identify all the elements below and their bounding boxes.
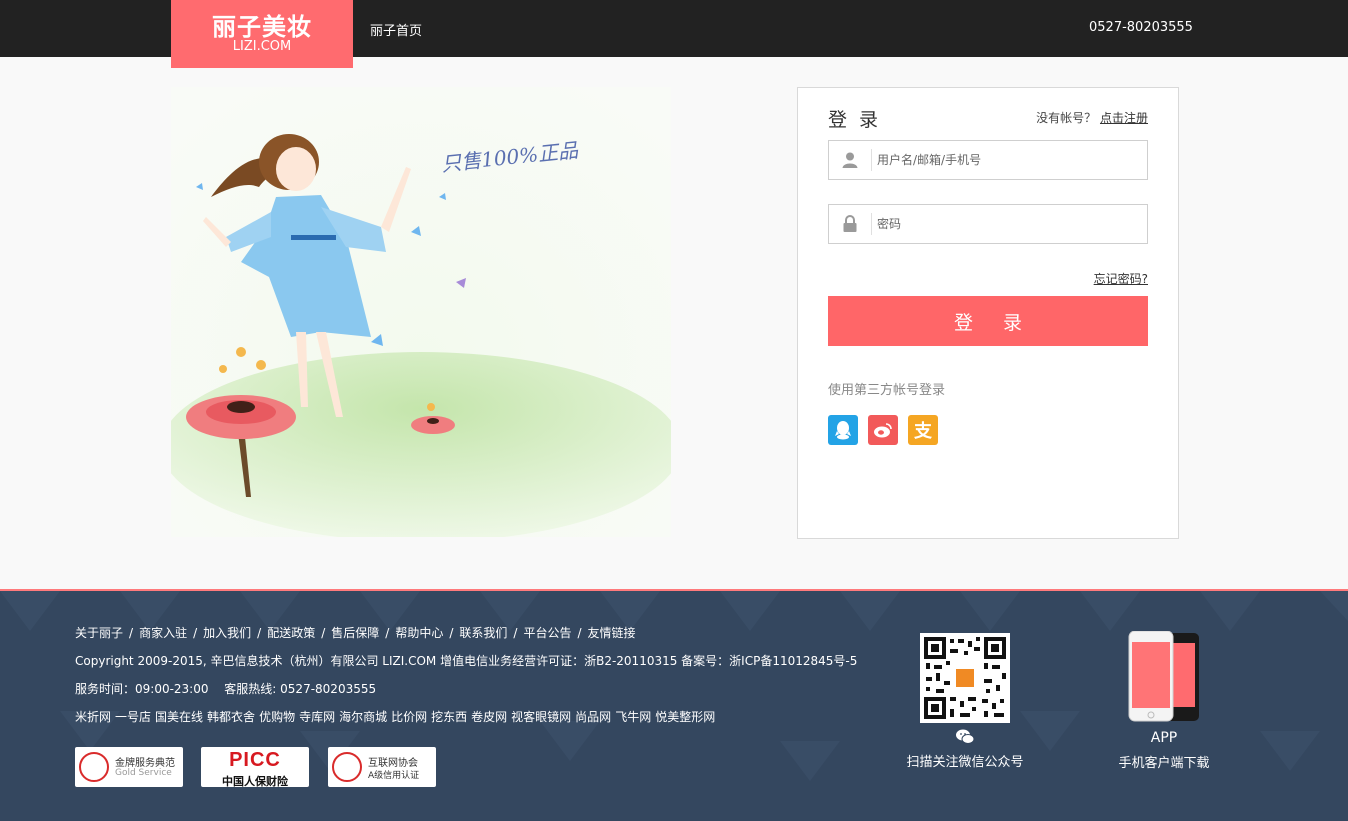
footer-link[interactable]: 关于丽子 xyxy=(75,626,123,640)
link-separator: / xyxy=(193,626,198,640)
partner-link[interactable]: 尚品网 xyxy=(575,710,611,724)
credit-seal-icon xyxy=(332,752,362,782)
logo-text: 丽子美妆 xyxy=(212,13,312,41)
footer-link[interactable]: 商家入驻 xyxy=(139,626,187,640)
partner-links: 米折网 一号店 国美在线 韩都衣舍 优购物 寺库网 海尔商城 比价网 挖东西 卷皮网 视客眼镜网 尚品… xyxy=(75,708,719,725)
footer-link[interactable]: 平台公告 xyxy=(523,626,571,640)
link-separator: / xyxy=(449,626,454,640)
internet-association-badge[interactable]: 互联网协会 A级信用认证 xyxy=(328,747,436,787)
field-divider xyxy=(871,149,872,171)
partner-link[interactable]: 韩都衣舍 xyxy=(207,710,255,724)
link-separator: / xyxy=(129,626,134,640)
username-input[interactable] xyxy=(877,141,1142,179)
qq-icon[interactable] xyxy=(828,415,858,445)
footer-link[interactable]: 售后保障 xyxy=(331,626,379,640)
partner-link[interactable]: 飞牛网 xyxy=(615,710,651,724)
partner-link[interactable]: 卷皮网 xyxy=(471,710,507,724)
register-prompt: 没有帐号？ 点击注册 xyxy=(1036,109,1148,126)
partner-link[interactable]: 海尔商城 xyxy=(339,710,387,724)
alipay-icon[interactable]: 支 xyxy=(908,415,938,445)
picc-badge[interactable]: PICC 中国人保财险 xyxy=(201,747,309,788)
app-download-label[interactable]: 手机客户端下载 xyxy=(1100,752,1228,771)
qr-label: 扫描关注微信公众号 xyxy=(906,755,1024,770)
gold-service-badge[interactable]: 金牌服务典范 Gold Service xyxy=(75,747,183,787)
footer-links: 关于丽子 / 商家入驻 / 加入我们 / 配送政策 / 售后保障 / 帮助中心 / 联系我们 / 平台公告 /… xyxy=(75,624,636,641)
login-title: 登 录 xyxy=(828,109,882,131)
logo-domain: LIZI.COM xyxy=(232,39,292,54)
hero-illustration: 只售100%正品 xyxy=(171,87,671,537)
password-input[interactable] xyxy=(877,205,1142,243)
badge-title: 互联网协会 xyxy=(368,758,418,769)
partner-link[interactable]: 寺库网 xyxy=(299,710,335,724)
link-separator: / xyxy=(513,626,518,640)
username-field[interactable] xyxy=(828,140,1148,180)
site-footer: 关于丽子 / 商家入驻 / 加入我们 / 配送政策 / 售后保障 / 帮助中心 / 联系我们 / 平台公告 /… xyxy=(0,589,1348,821)
footer-link[interactable]: 加入我们 xyxy=(203,626,251,640)
mobile-app-image[interactable] xyxy=(1127,630,1201,723)
badge-subtitle: A级信用认证 xyxy=(368,771,420,781)
wechat-qr-code xyxy=(920,633,1010,723)
footer-link[interactable]: 联系我们 xyxy=(459,626,507,640)
link-separator: / xyxy=(577,626,582,640)
footer-link[interactable]: 帮助中心 xyxy=(395,626,443,640)
badge-title: 金牌服务典范 xyxy=(115,758,175,769)
gold-seal-icon xyxy=(79,752,109,782)
service-hours: 服务时间：09:00-23:00 客服热线: 0527-80203555 xyxy=(75,682,377,696)
picc-logo: PICC xyxy=(229,749,281,771)
copyright-text: Copyright 2009-2015, 辛巴信息技术（杭州）有限公司 LIZI… xyxy=(75,654,858,668)
password-field[interactable] xyxy=(828,204,1148,244)
footer-link[interactable]: 配送政策 xyxy=(267,626,315,640)
partner-link[interactable]: 挖东西 xyxy=(431,710,467,724)
footer-link[interactable]: 友情链接 xyxy=(588,626,636,640)
link-separator: / xyxy=(321,626,326,640)
picc-subtitle: 中国人保财险 xyxy=(222,775,288,788)
lock-icon xyxy=(829,205,871,243)
nav-home-link[interactable]: 丽子首页 xyxy=(370,20,422,39)
register-link[interactable]: 点击注册 xyxy=(1100,111,1148,125)
forgot-password-link[interactable]: 忘记密码? xyxy=(1094,270,1148,287)
header-phone: 0527-80203555 xyxy=(1089,20,1193,35)
wechat-icon xyxy=(955,729,975,745)
app-title: APP xyxy=(1150,730,1178,746)
link-separator: / xyxy=(385,626,390,640)
field-divider xyxy=(871,213,872,235)
no-account-text: 没有帐号？ xyxy=(1036,111,1097,125)
partner-link[interactable]: 比价网 xyxy=(391,710,427,724)
partner-link[interactable]: 国美在线 xyxy=(155,710,203,724)
partner-link[interactable]: 优购物 xyxy=(259,710,295,724)
login-submit-button[interactable]: 登 录 xyxy=(828,296,1148,346)
partner-link[interactable]: 视客眼镜网 xyxy=(511,710,571,724)
site-logo[interactable]: 丽子美妆 LIZI.COM xyxy=(171,0,353,68)
partner-link[interactable]: 米折网 xyxy=(75,710,111,724)
link-separator: / xyxy=(257,626,262,640)
badge-subtitle: Gold Service xyxy=(115,768,172,778)
third-party-label: 使用第三方帐号登录 xyxy=(828,383,946,398)
partner-link[interactable]: 悦美整形网 xyxy=(655,710,715,724)
login-panel: 登 录 没有帐号？ 点击注册 忘记密码? 登 录 使用第三方帐号登录 支 xyxy=(797,87,1179,539)
partner-link[interactable]: 一号店 xyxy=(115,710,151,724)
weibo-icon[interactable] xyxy=(868,415,898,445)
user-icon xyxy=(829,141,871,179)
